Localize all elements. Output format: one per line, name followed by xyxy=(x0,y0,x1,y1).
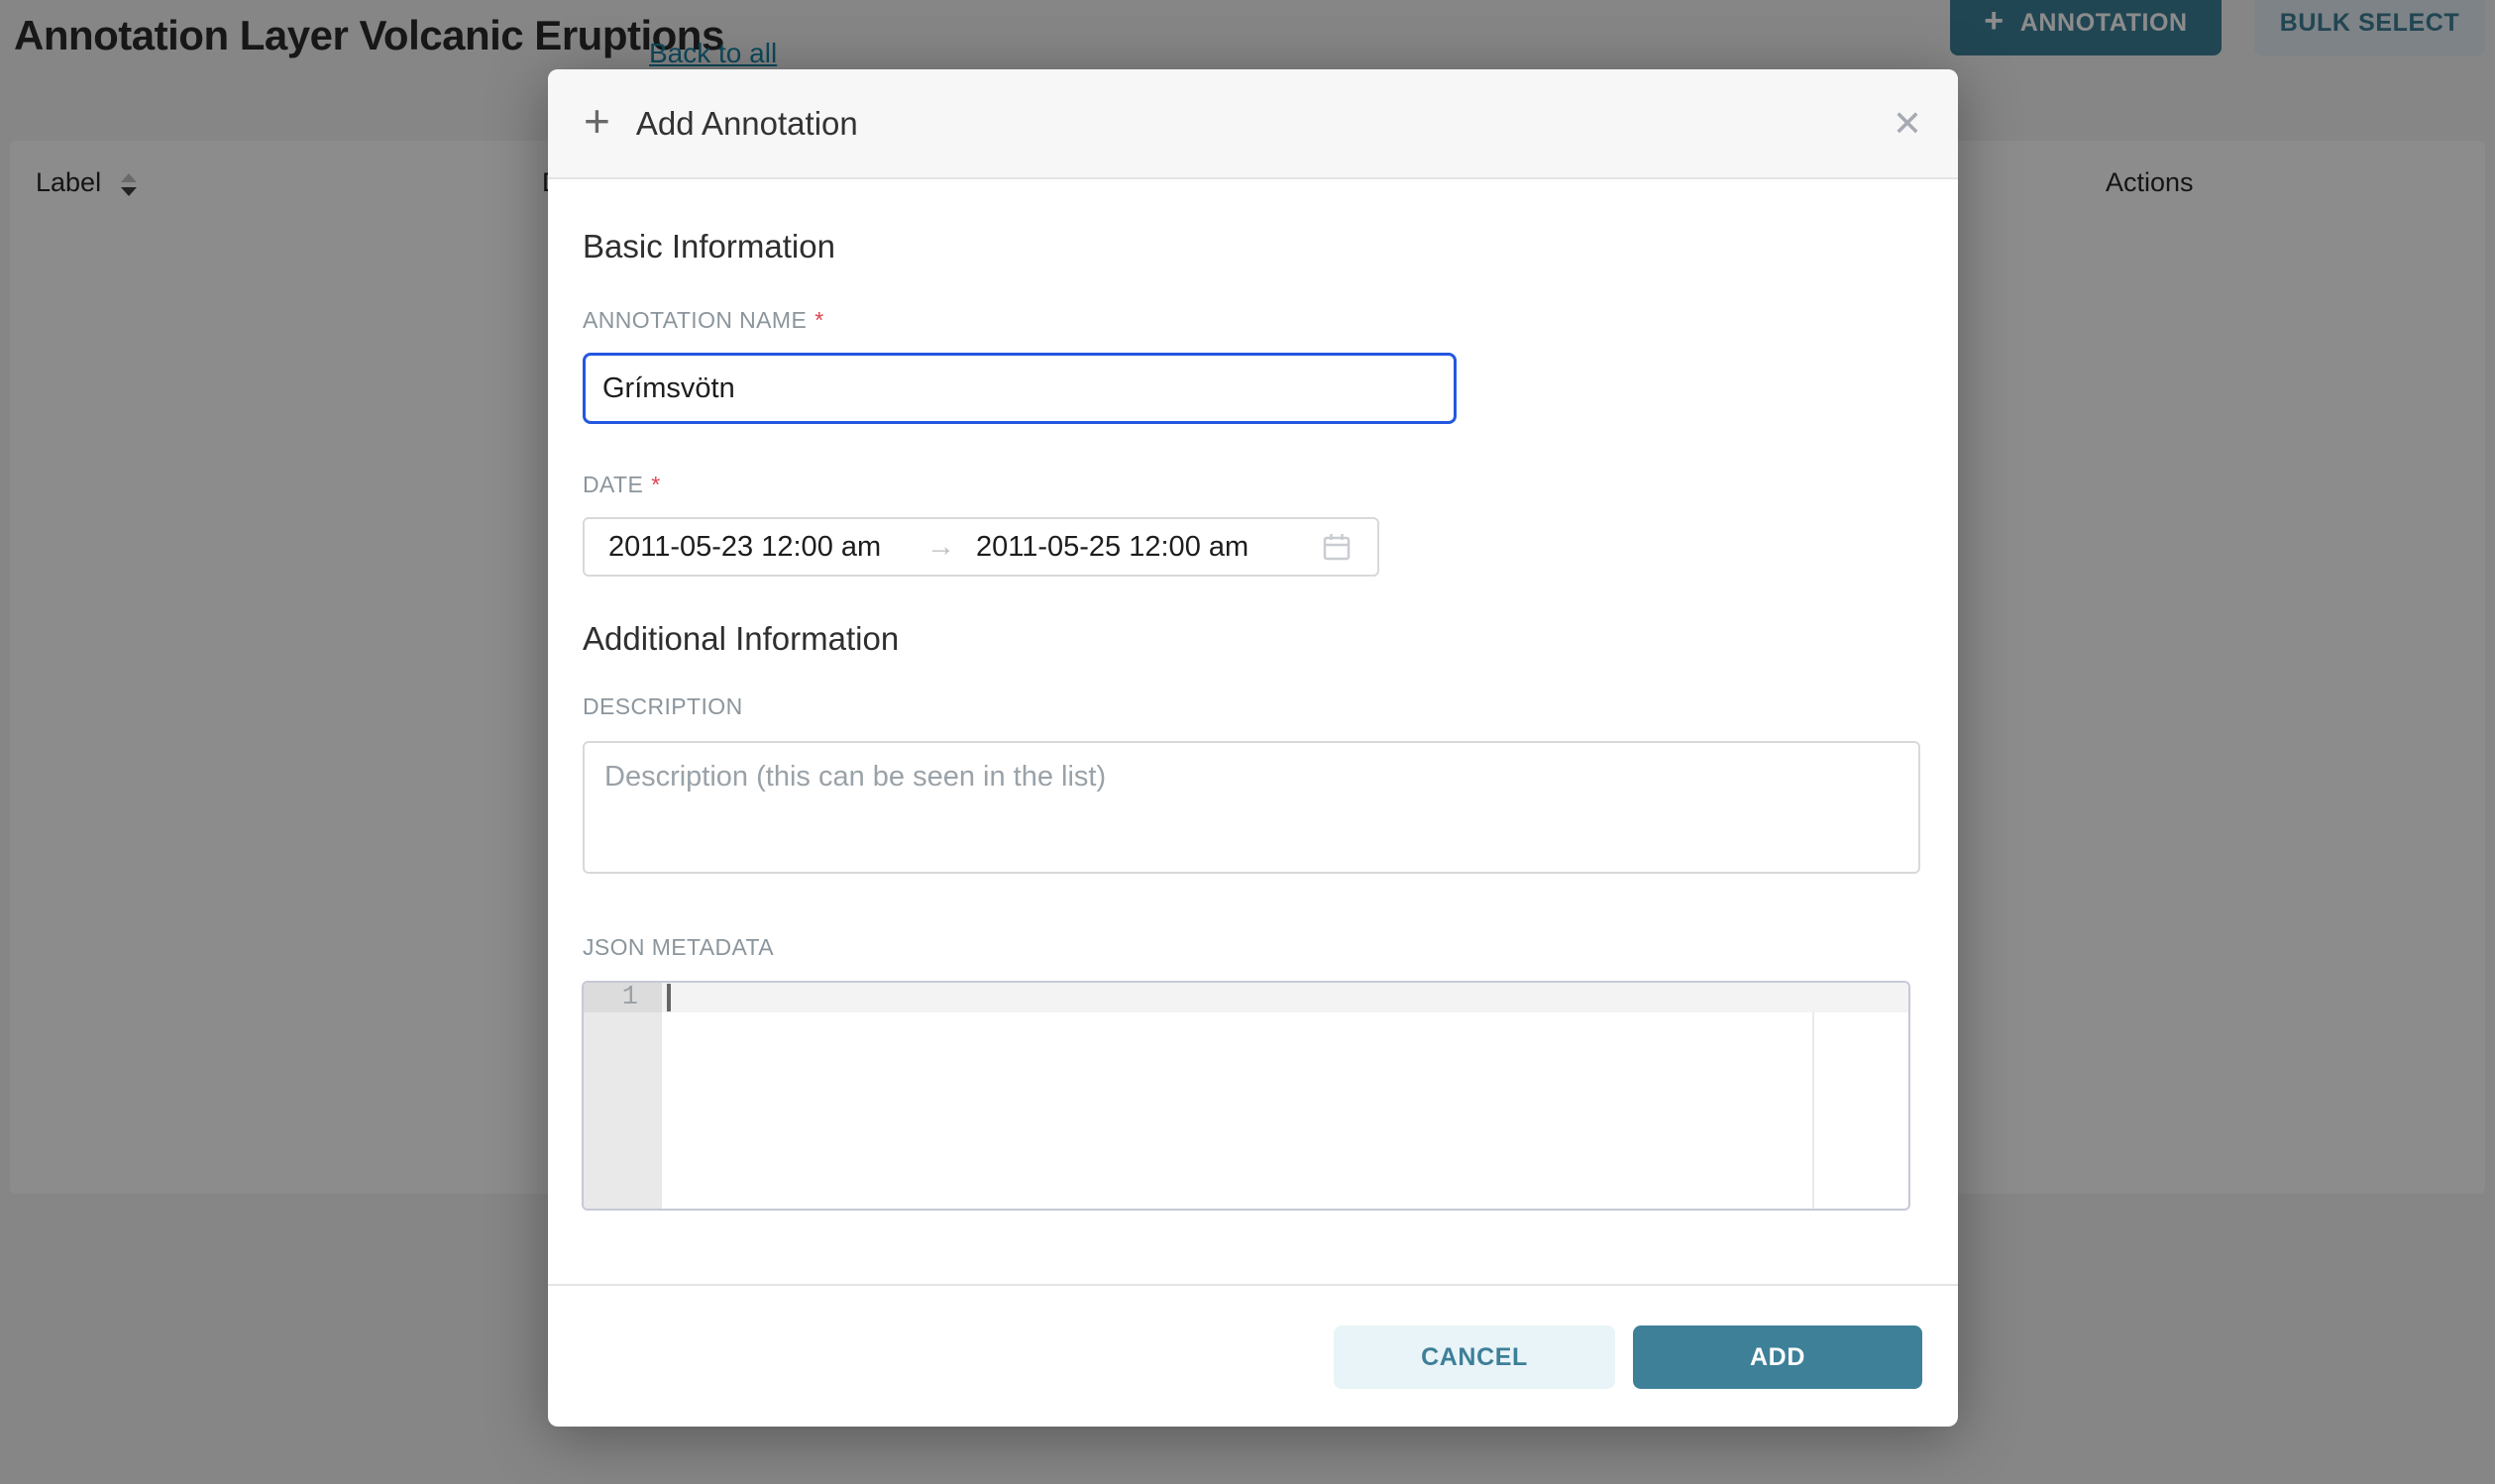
required-asterisk: * xyxy=(814,307,823,333)
basic-information-heading: Basic Information xyxy=(583,228,835,265)
annotation-name-input[interactable] xyxy=(583,353,1457,424)
cancel-button[interactable]: CANCEL xyxy=(1334,1325,1615,1389)
editor-gutter xyxy=(584,983,662,1209)
date-start-value[interactable]: 2011-05-23 12:00 am xyxy=(608,531,926,564)
annotation-name-label: ANNOTATION NAME* xyxy=(583,307,824,334)
additional-information-heading: Additional Information xyxy=(583,620,899,658)
json-metadata-label: JSON METADATA xyxy=(583,934,774,961)
plus-icon: + xyxy=(584,98,610,144)
footer-divider xyxy=(548,1284,1958,1286)
description-textarea[interactable] xyxy=(583,741,1920,874)
editor-active-line xyxy=(662,983,1908,1012)
add-annotation-modal: + Add Annotation ✕ Basic Information ANN… xyxy=(548,69,1958,1427)
description-label: DESCRIPTION xyxy=(583,693,743,720)
json-metadata-editor[interactable]: 1 xyxy=(582,981,1910,1211)
modal-title: Add Annotation xyxy=(636,105,858,143)
add-button[interactable]: ADD xyxy=(1633,1325,1922,1389)
close-icon[interactable]: ✕ xyxy=(1893,106,1922,142)
calendar-icon[interactable] xyxy=(1320,530,1354,564)
required-asterisk: * xyxy=(651,472,660,497)
editor-print-margin xyxy=(1812,1012,1814,1209)
date-range-picker[interactable]: 2011-05-23 12:00 am → 2011-05-25 12:00 a… xyxy=(583,517,1379,577)
arrow-right-icon: → xyxy=(926,531,976,564)
date-end-value[interactable]: 2011-05-25 12:00 am xyxy=(976,531,1248,564)
editor-line-number: 1 xyxy=(584,983,662,1012)
modal-header: + Add Annotation ✕ xyxy=(548,69,1958,179)
editor-cursor xyxy=(667,984,671,1011)
date-label: DATE* xyxy=(583,472,661,498)
